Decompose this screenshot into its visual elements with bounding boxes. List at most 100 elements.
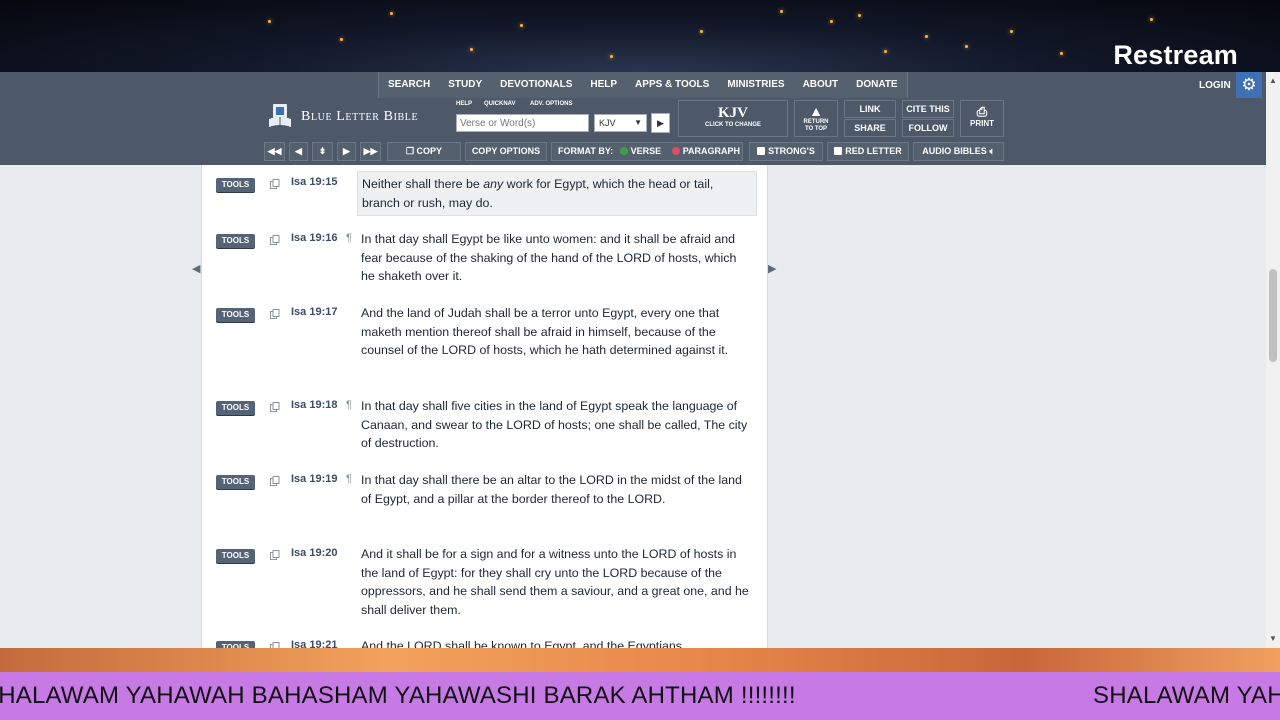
left-icon: ◀ [295, 146, 302, 156]
checkbox-icon [757, 147, 766, 155]
copy-icon[interactable] [270, 235, 280, 245]
copy-icon[interactable] [270, 550, 280, 560]
help-link[interactable]: HELP [456, 101, 472, 107]
translation-button[interactable]: KJV CLICK TO CHANGE [678, 100, 788, 137]
verse-text: In that day shall there be an altar to t… [361, 473, 742, 506]
tools-button[interactable]: TOOLS [216, 234, 255, 248]
site-header: Blue Letter Bible HELP QUICKNAV ADV. OPT… [0, 98, 1266, 138]
tools-button[interactable]: TOOLS [216, 401, 255, 415]
format-paragraph-option[interactable]: PARAGRAPH [671, 146, 740, 156]
version-select-value: KJV [599, 118, 616, 128]
copy-icon[interactable] [270, 402, 280, 412]
print-button[interactable]: ⎙ PRINT [960, 100, 1004, 137]
chevron-down-icon: ▼ [634, 118, 642, 127]
menu-search[interactable]: SEARCH [379, 72, 439, 98]
verse-text-part: Neither shall there be [362, 177, 484, 191]
search-input[interactable] [456, 114, 589, 132]
radio-selected-icon [619, 147, 628, 155]
copy-button[interactable]: ❐ COPY [387, 142, 461, 161]
menu-study[interactable]: STUDY [439, 72, 491, 98]
version-select[interactable]: KJV ▼ [594, 114, 647, 132]
verse-ref[interactable]: Isa 19:17 [291, 306, 337, 318]
copy-icon[interactable] [270, 309, 280, 319]
verse-ref[interactable]: Isa 19:15 [291, 176, 337, 188]
share-button[interactable]: SHARE [844, 119, 896, 137]
verse-ref[interactable]: Isa 19:18 [291, 399, 337, 411]
verse-ref[interactable]: Isa 19:19 [291, 473, 337, 485]
red-letter-toggle[interactable]: RED LETTER [827, 142, 909, 161]
chapter-list-button[interactable]: ⇟ [312, 142, 333, 161]
bible-text-panel: TOOLS Isa 19:15 Neither shall there be a… [201, 165, 768, 648]
verse-ref[interactable]: Isa 19:21 [291, 639, 337, 648]
stream-glow-band [0, 648, 1280, 672]
menu-apps-tools[interactable]: APPS & TOOLS [626, 72, 718, 98]
collapse-left-arrow-icon[interactable]: ◀ [192, 262, 200, 275]
return-to-top-button[interactable]: ▲ RETURN TO TOP [794, 100, 838, 137]
scrollbar-thumb[interactable] [1269, 269, 1277, 362]
verse-text: In that day shall five cities in the lan… [361, 399, 748, 451]
follow-button[interactable]: FOLLOW [902, 119, 954, 137]
verse-label: VERSE [630, 146, 662, 156]
translation-label: KJV [718, 105, 748, 121]
menu-help[interactable]: HELP [581, 72, 626, 98]
arrow-up-icon: ▲ [809, 103, 823, 119]
scroll-up-icon[interactable]: ▲ [1269, 76, 1277, 85]
menu-ministries[interactable]: MINISTRIES [718, 72, 793, 98]
browser-window: SEARCH STUDY DEVOTIONALS HELP APPS & TOO… [0, 72, 1280, 648]
verse-ref[interactable]: Isa 19:16 [291, 232, 337, 244]
verse-ref[interactable]: Isa 19:20 [291, 547, 337, 559]
translation-hint: CLICK TO CHANGE [705, 122, 761, 128]
login-link[interactable]: LOGIN [1199, 72, 1231, 100]
page-scrollbar[interactable]: ▲ ▼ [1266, 72, 1280, 648]
strongs-toggle[interactable]: STRONG'S [749, 142, 823, 161]
ticker-text-repeat: SHALAWAM YAHAWAH BAHASHAM YAHAWASHI BARA… [1093, 682, 1280, 709]
first-chapter-button[interactable]: ◀◀ [264, 142, 285, 161]
prev-chapter-button[interactable]: ◀ [289, 142, 308, 161]
bible-logo-icon[interactable] [268, 103, 292, 129]
strongs-label: STRONG'S [768, 146, 815, 156]
copy-label: COPY [416, 146, 443, 156]
adv-options-link[interactable]: ADV. OPTIONS [530, 101, 572, 107]
settings-gear-icon[interactable]: ⚙ [1236, 72, 1262, 98]
menu-donate[interactable]: DONATE [847, 72, 906, 98]
format-verse-option[interactable]: VERSE [619, 146, 662, 156]
tools-button[interactable]: TOOLS [216, 178, 255, 192]
tools-button[interactable]: TOOLS [216, 641, 255, 648]
audio-bibles-button[interactable]: AUDIO BIBLES 🔈︎ [913, 142, 1004, 161]
right-icon: ▶ [343, 146, 350, 156]
link-button[interactable]: LINK [844, 100, 896, 118]
verse-text-italic: any [483, 177, 504, 191]
ticker-bar: SHALAWAM YAHAWAH BAHASHAM YAHAWASHI BARA… [0, 672, 1280, 720]
speaker-icon: 🔈︎ [989, 146, 995, 156]
tools-button[interactable]: TOOLS [216, 549, 255, 563]
double-right-icon: ▶▶ [363, 146, 378, 156]
verse-text: Neither shall there be any work for Egyp… [357, 171, 757, 217]
tools-button[interactable]: TOOLS [216, 475, 255, 489]
audio-bibles-label: AUDIO BIBLES [922, 146, 987, 156]
verse-text: And it shall be for a sign and for a wit… [361, 547, 749, 618]
cite-this-button[interactable]: CITE THIS [902, 100, 954, 118]
verse-text: In that day shall Egypt be like unto wom… [361, 232, 737, 284]
copy-icon[interactable] [270, 476, 280, 486]
pilcrow-icon: ¶ [346, 473, 352, 485]
double-left-icon: ◀◀ [267, 146, 282, 156]
verse-text: And the LORD shall be known to Egypt, an… [361, 639, 682, 648]
site-name[interactable]: Blue Letter Bible [301, 109, 418, 125]
menu-about[interactable]: ABOUT [794, 72, 848, 98]
scroll-down-icon[interactable]: ▼ [1269, 634, 1277, 643]
pilcrow-icon: ¶ [346, 399, 352, 411]
tools-button[interactable]: TOOLS [216, 308, 255, 322]
search-go-button[interactable]: ▶ [651, 113, 670, 133]
copy-options-button[interactable]: COPY OPTIONS [465, 142, 547, 161]
expand-right-arrow-icon[interactable]: ▶ [768, 262, 776, 275]
copy-icon[interactable] [270, 179, 280, 189]
chapter-down-icon: ⇟ [318, 146, 327, 156]
stream-backdrop: Restream [0, 0, 1280, 72]
next-chapter-button[interactable]: ▶ [337, 142, 356, 161]
last-chapter-button[interactable]: ▶▶ [360, 142, 381, 161]
menu-devotionals[interactable]: DEVOTIONALS [491, 72, 581, 98]
quicknav-link[interactable]: QUICKNAV [484, 101, 516, 107]
ticker-text: SHALAWAM YAHAWAH BAHASHAM YAHAWASHI BARA… [0, 682, 796, 709]
printer-icon: ⎙ [976, 104, 988, 119]
radio-unselected-icon [671, 147, 680, 155]
